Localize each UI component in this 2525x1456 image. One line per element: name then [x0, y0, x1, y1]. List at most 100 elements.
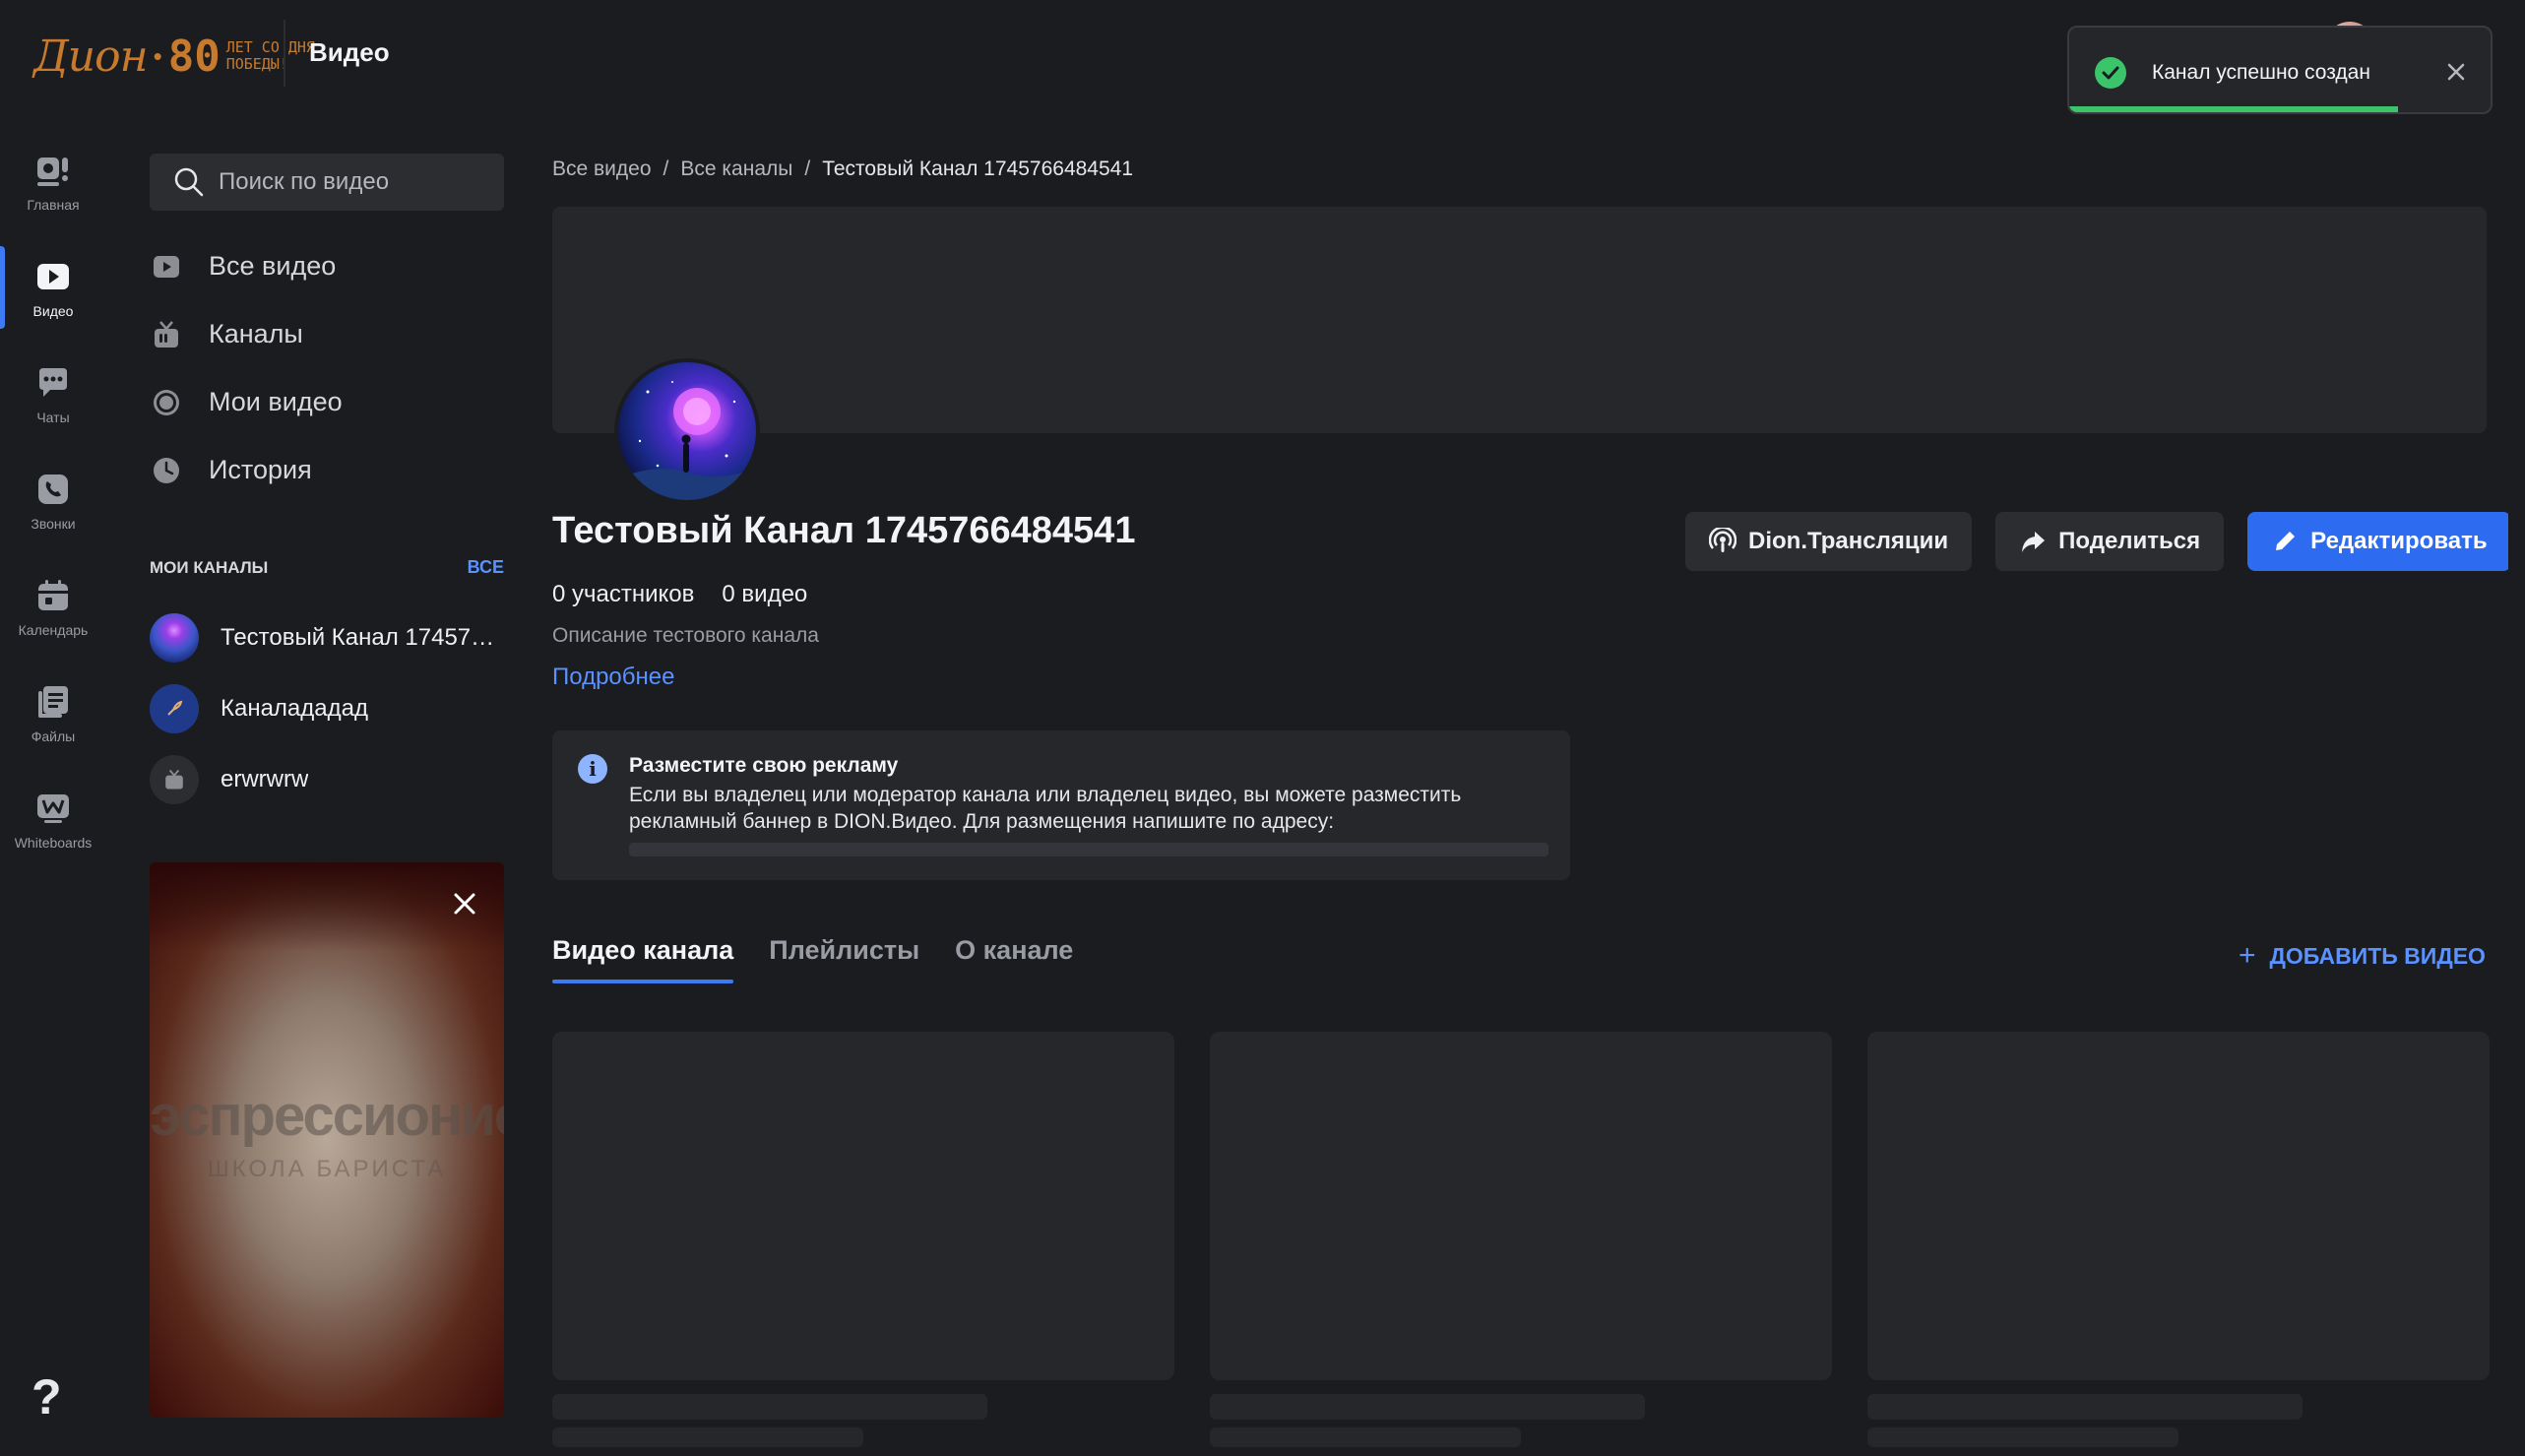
- close-icon: [454, 893, 475, 915]
- ad-email-placeholder: [629, 843, 1548, 856]
- promo-close-button[interactable]: [447, 886, 482, 921]
- channel-list-item[interactable]: Тестовый Канал 1745766484541: [150, 602, 504, 673]
- channel-avatar: [150, 613, 199, 663]
- channel-name: Тестовый Канал 1745766484541: [221, 624, 500, 651]
- nav-label-channels: Каналы: [209, 319, 303, 348]
- add-video-button[interactable]: + ДОБАВИТЬ ВИДЕО: [2239, 939, 2486, 973]
- tab-about[interactable]: О канале: [955, 935, 1073, 983]
- ad-info-box: i Разместите свою рекламу Если вы владел…: [552, 730, 1570, 880]
- video-nav: Все видео Каналы Мои видео История: [150, 232, 504, 504]
- video-title-skeleton: [552, 1394, 987, 1420]
- logo-subtitle-line1: ЛЕТ СО ДНЯ: [225, 38, 315, 56]
- video-thumbnail-skeleton: [1210, 1032, 1832, 1380]
- nav-label-my-videos: Мои видео: [209, 387, 343, 416]
- nav-item-my-videos[interactable]: Мои видео: [150, 368, 504, 436]
- nav-item-history[interactable]: История: [150, 436, 504, 504]
- channel-banner: [552, 207, 2487, 433]
- channel-name: erwrwrw: [221, 766, 309, 792]
- pencil-icon: [2276, 532, 2296, 550]
- rail-label-files: Файлы: [31, 728, 76, 744]
- breadcrumb-separator: /: [663, 158, 669, 180]
- breadcrumb-all-videos[interactable]: Все видео: [552, 158, 652, 181]
- rail-label-chats: Чаты: [36, 410, 70, 425]
- video-thumbnail-skeleton: [552, 1032, 1174, 1380]
- search-box[interactable]: [150, 154, 504, 211]
- clock-icon: [150, 454, 183, 487]
- video-meta-skeleton: [552, 1427, 863, 1447]
- breadcrumb-current: Тестовый Канал 1745766484541: [822, 158, 1134, 180]
- promo-brand: эспрессионист: [150, 1084, 504, 1148]
- channel-list-item[interactable]: erwrwrw: [150, 744, 504, 815]
- edit-button-label: Редактировать: [2310, 528, 2488, 554]
- edit-button[interactable]: Редактировать: [2247, 512, 2511, 571]
- rail-item-files[interactable]: Файлы: [0, 660, 106, 766]
- promo-banner[interactable]: эспрессионист ШКОЛА БАРИСТА: [150, 862, 504, 1418]
- rail-label-calendar: Календарь: [18, 622, 89, 638]
- channel-avatar: [150, 755, 199, 804]
- my-channels-header: МОИ КАНАЛЫ ВСЕ: [150, 557, 504, 578]
- close-icon: [2447, 63, 2465, 81]
- my-channels-list: Тестовый Канал 1745766484541 Каналададад…: [150, 602, 504, 815]
- broadcast-icon: [1709, 528, 1736, 552]
- rail-item-calendar[interactable]: Календарь: [0, 553, 106, 660]
- nav-item-channels[interactable]: Каналы: [150, 300, 504, 368]
- more-details-link[interactable]: Подробнее: [552, 664, 674, 691]
- channel-list-item[interactable]: Каналададад: [150, 673, 504, 744]
- rail-item-chats[interactable]: Чаты: [0, 341, 106, 447]
- channel-members-count: 0 участников: [552, 581, 695, 607]
- tv-icon: [165, 769, 183, 790]
- success-toast: Канал успешно создан: [2067, 26, 2493, 114]
- tab-channel-videos[interactable]: Видео канала: [552, 935, 734, 983]
- ad-text: Если вы владелец или модератор канала ил…: [629, 784, 1462, 833]
- video-thumbnail-skeleton: [1867, 1032, 2490, 1380]
- channel-avatar: [150, 684, 199, 733]
- rail-label-calls: Звонки: [31, 516, 76, 532]
- share-button-label: Поделиться: [2058, 528, 2201, 554]
- channel-videos-count: 0 видео: [722, 581, 808, 607]
- rail-item-home[interactable]: Главная: [0, 128, 106, 234]
- add-video-label: ДОБАВИТЬ ВИДЕО: [2269, 942, 2486, 969]
- breadcrumb-separator: /: [804, 158, 811, 180]
- breadcrumb-all-channels[interactable]: Все каналы: [680, 158, 792, 181]
- video-card-skeleton: [1867, 1032, 2490, 1447]
- ad-title: Разместите свою рекламу: [629, 754, 899, 777]
- video-title-skeleton: [1867, 1394, 2303, 1420]
- video-title-skeleton: [1210, 1394, 1645, 1420]
- search-input[interactable]: [219, 168, 504, 196]
- nav-label-all-videos: Все видео: [209, 251, 337, 281]
- search-icon: [174, 167, 204, 197]
- home-camera-icon: [32, 150, 74, 191]
- whiteboard-icon: [32, 788, 74, 829]
- broadcast-button[interactable]: Dion.Трансляции: [1685, 512, 1973, 571]
- channel-avatar-large: [614, 358, 760, 504]
- info-icon: i: [578, 754, 607, 784]
- rail-label-video: Видео: [32, 303, 74, 319]
- logo[interactable]: Дион • 80 ЛЕТ СО ДНЯ ПОБЕДЫ!: [33, 22, 315, 91]
- channel-tabs: Видео канала Плейлисты О канале: [552, 935, 1073, 983]
- channel-stats: 0 участников 0 видео: [552, 581, 807, 608]
- share-button[interactable]: Поделиться: [1995, 512, 2225, 571]
- rail-item-calls[interactable]: Звонки: [0, 447, 106, 553]
- rail-label-home: Главная: [27, 197, 80, 213]
- channel-title: Тестовый Канал 1745766484541: [552, 510, 1136, 551]
- rail-item-video[interactable]: Видео: [0, 234, 106, 341]
- files-icon: [32, 681, 74, 723]
- help-button[interactable]: ?: [32, 1368, 62, 1425]
- app-title: Видео: [309, 37, 390, 67]
- broadcast-button-label: Dion.Трансляции: [1748, 528, 1949, 554]
- topbar-divider: [284, 20, 285, 87]
- nav-label-history: История: [209, 455, 312, 484]
- logo-dot: •: [153, 40, 162, 71]
- tab-playlists[interactable]: Плейлисты: [769, 935, 919, 983]
- rail-item-whiteboards[interactable]: Whiteboards: [0, 766, 106, 872]
- nav-item-all-videos[interactable]: Все видео: [150, 232, 504, 300]
- my-channels-all-link[interactable]: ВСЕ: [468, 557, 504, 578]
- play-square-icon: [150, 250, 183, 284]
- video-grid: [552, 1032, 2490, 1447]
- tv-icon: [150, 318, 183, 351]
- toast-close-button[interactable]: [2441, 57, 2471, 87]
- scrollbar[interactable]: [2508, 0, 2525, 1456]
- share-arrow-icon: [2022, 532, 2046, 552]
- rocket-icon: [167, 700, 183, 716]
- rail-label-whiteboards: Whiteboards: [14, 835, 93, 851]
